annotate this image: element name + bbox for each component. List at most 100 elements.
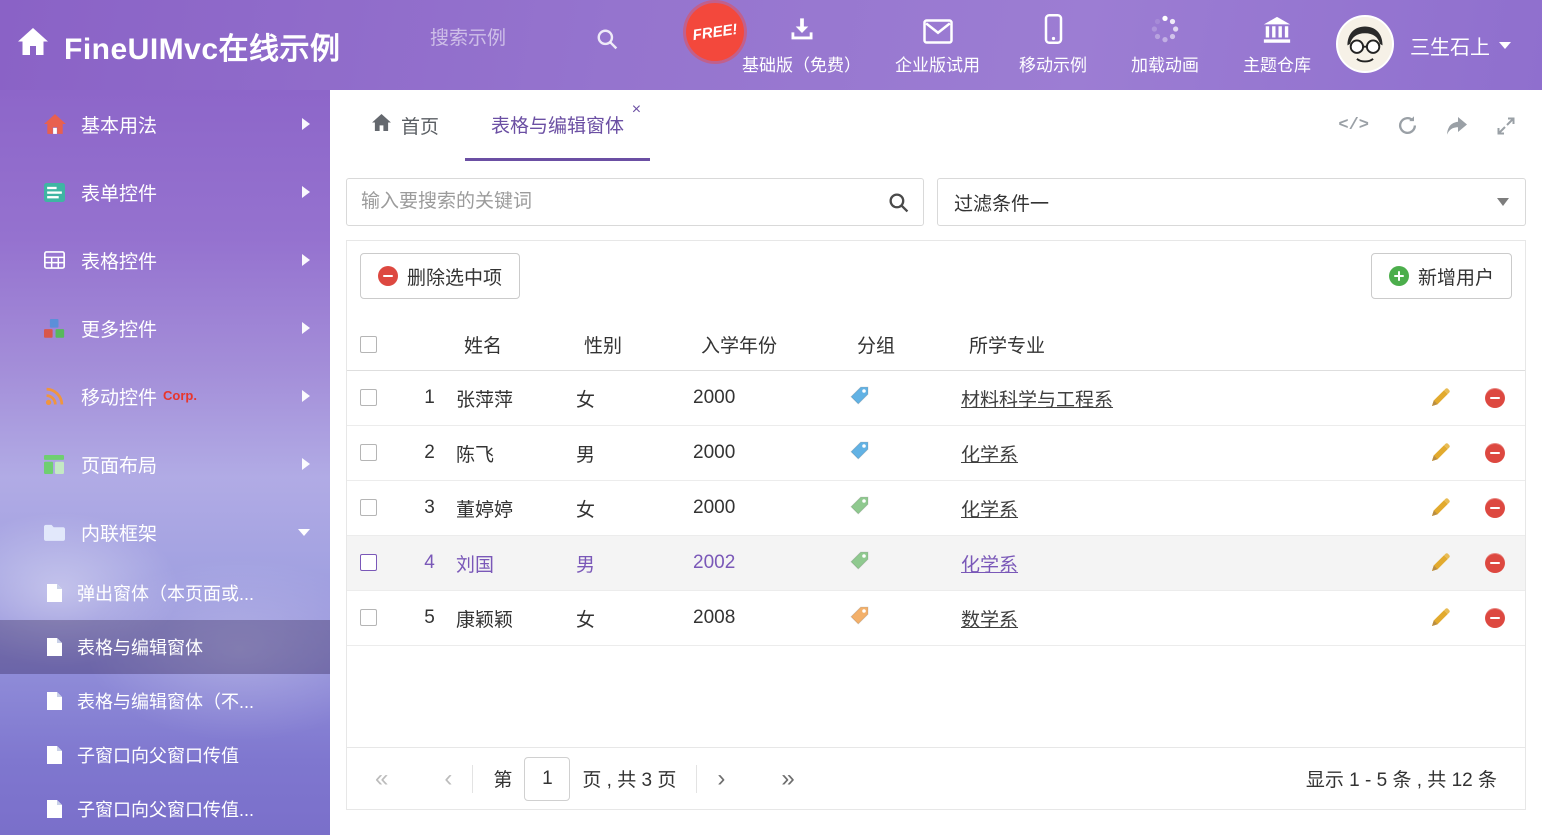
table-row[interactable]: 2 陈飞 男 2000 化学系 xyxy=(347,426,1525,481)
row-checkbox[interactable] xyxy=(360,609,377,626)
user-menu[interactable]: 三生石上 xyxy=(1410,0,1511,90)
row-checkbox[interactable] xyxy=(360,554,377,571)
sidebar-subitem[interactable]: 弹出窗体（本页面或... xyxy=(0,566,330,620)
sidebar-item-label: 表格控件 xyxy=(81,247,157,274)
edit-icon[interactable] xyxy=(1428,441,1452,465)
header-nav-item[interactable]: 主题仓库 xyxy=(1238,14,1316,76)
cell-name: 董婷婷 xyxy=(452,495,572,522)
sidebar-subitem-label: 表格与编辑窗体 xyxy=(77,634,203,660)
major-link[interactable]: 材料科学与工程系 xyxy=(961,390,1113,411)
tab-grid-edit-window[interactable]: 表格与编辑窗体 × xyxy=(465,90,650,161)
header-search-input[interactable] xyxy=(430,28,590,50)
code-icon[interactable]: </> xyxy=(1338,116,1369,135)
search-icon[interactable] xyxy=(888,192,909,213)
page-number-input[interactable] xyxy=(524,757,570,801)
cell-gender: 男 xyxy=(572,550,689,577)
divider xyxy=(472,765,473,793)
add-user-button[interactable]: 新增用户 xyxy=(1371,253,1512,299)
tag-icon xyxy=(849,495,870,522)
expand-icon[interactable] xyxy=(1496,116,1516,136)
keyword-search-input[interactable] xyxy=(361,191,888,213)
major-link[interactable]: 化学系 xyxy=(961,500,1018,521)
sidebar-item[interactable]: 移动控件 Corp. xyxy=(0,362,330,430)
table-row[interactable]: 5 康颖颖 女 2008 数学系 xyxy=(347,591,1525,646)
delete-selected-button[interactable]: 删除选中项 xyxy=(360,253,520,299)
row-checkbox[interactable] xyxy=(360,444,377,461)
table-row[interactable]: 1 张萍萍 女 2000 材料科学与工程系 xyxy=(347,371,1525,426)
form-icon xyxy=(44,183,68,202)
search-icon[interactable] xyxy=(596,28,618,50)
cell-gender: 女 xyxy=(572,605,689,632)
chevron-right-icon xyxy=(302,322,310,334)
file-icon xyxy=(47,638,63,656)
layout-icon xyxy=(44,455,68,474)
edit-icon[interactable] xyxy=(1428,496,1452,520)
edit-icon[interactable] xyxy=(1428,606,1452,630)
sidebar-subitem[interactable]: 子窗口向父窗口传值 xyxy=(0,728,330,782)
file-icon xyxy=(47,800,63,818)
col-gender[interactable]: 性别 xyxy=(572,331,689,358)
delete-icon[interactable] xyxy=(1485,608,1505,628)
filter-dropdown[interactable]: 过滤条件一 xyxy=(937,178,1526,226)
sidebar-item-label: 更多控件 xyxy=(81,315,157,342)
delete-icon[interactable] xyxy=(1485,498,1505,518)
cell-year: 2000 xyxy=(689,497,845,519)
col-name[interactable]: 姓名 xyxy=(452,331,572,358)
major-link[interactable]: 化学系 xyxy=(961,445,1018,466)
tab-label: 首页 xyxy=(401,112,439,139)
prev-page-button[interactable]: ‹ xyxy=(444,767,452,791)
sidebar-item[interactable]: 页面布局 xyxy=(0,430,330,498)
table-row[interactable]: 3 董婷婷 女 2000 化学系 xyxy=(347,481,1525,536)
sidebar-item[interactable]: 表格控件 xyxy=(0,226,330,294)
row-number: 2 xyxy=(407,442,452,464)
header-nav-item[interactable]: 移动示例 xyxy=(1014,14,1092,76)
sidebar-item[interactable]: 内联框架 xyxy=(0,498,330,566)
col-group[interactable]: 分组 xyxy=(845,331,957,358)
row-checkbox[interactable] xyxy=(360,389,377,406)
nav-label: 主题仓库 xyxy=(1243,51,1311,76)
table-row[interactable]: 4 刘国 男 2002 化学系 xyxy=(347,536,1525,591)
delete-icon[interactable] xyxy=(1485,388,1505,408)
sidebar-item[interactable]: 基本用法 xyxy=(0,90,330,158)
share-icon[interactable] xyxy=(1446,116,1468,136)
header-nav-item[interactable]: 企业版试用 xyxy=(895,14,980,76)
envelope-icon xyxy=(923,14,953,44)
sidebar-item[interactable]: 更多控件 xyxy=(0,294,330,362)
sidebar-subitem[interactable]: 表格与编辑窗体（不... xyxy=(0,674,330,728)
close-icon[interactable]: × xyxy=(632,102,641,118)
record-summary: 显示 1 - 5 条 , 共 12 条 xyxy=(1306,765,1497,792)
file-icon xyxy=(47,692,63,710)
major-link[interactable]: 数学系 xyxy=(961,610,1018,631)
minus-circle-icon xyxy=(378,266,398,286)
delete-icon[interactable] xyxy=(1485,553,1505,573)
edit-icon[interactable] xyxy=(1428,551,1452,575)
major-link[interactable]: 化学系 xyxy=(961,555,1018,576)
refresh-icon[interactable] xyxy=(1397,115,1418,136)
chevron-down-icon xyxy=(1499,42,1511,49)
sidebar-item[interactable]: 表单控件 xyxy=(0,158,330,226)
row-checkbox[interactable] xyxy=(360,499,377,516)
sidebar-item-label: 移动控件 xyxy=(81,383,157,410)
chevron-down-icon xyxy=(1497,198,1509,206)
col-year[interactable]: 入学年份 xyxy=(689,331,845,358)
cell-year: 2002 xyxy=(689,552,845,574)
sidebar-subitem-label: 弹出窗体（本页面或... xyxy=(77,580,254,606)
sidebar: 基本用法 表单控件 表格控件 更多控件 移动控件 Corp. 页面布局 内联框架 xyxy=(0,90,330,835)
first-page-button[interactable]: « xyxy=(375,767,388,791)
col-major[interactable]: 所学专业 xyxy=(957,331,1416,358)
home-icon[interactable] xyxy=(18,28,48,60)
last-page-button[interactable]: » xyxy=(781,767,794,791)
edit-icon[interactable] xyxy=(1428,386,1452,410)
delete-icon[interactable] xyxy=(1485,443,1505,463)
sidebar-subitem[interactable]: 表格与编辑窗体 xyxy=(0,620,330,674)
keyword-search-box xyxy=(346,178,924,226)
grid-toolbar: 删除选中项 新增用户 xyxy=(347,241,1525,299)
avatar[interactable] xyxy=(1336,15,1394,73)
sidebar-subitem[interactable]: 子窗口向父窗口传值... xyxy=(0,782,330,836)
select-all-checkbox[interactable] xyxy=(360,336,377,353)
tab-home[interactable]: 首页 xyxy=(346,90,465,161)
next-page-button[interactable]: › xyxy=(717,767,725,791)
header-nav-item[interactable]: 基础版（免费） xyxy=(742,14,861,76)
header-nav-item[interactable]: 加载动画 xyxy=(1126,14,1204,76)
nav-label: 企业版试用 xyxy=(895,51,980,76)
